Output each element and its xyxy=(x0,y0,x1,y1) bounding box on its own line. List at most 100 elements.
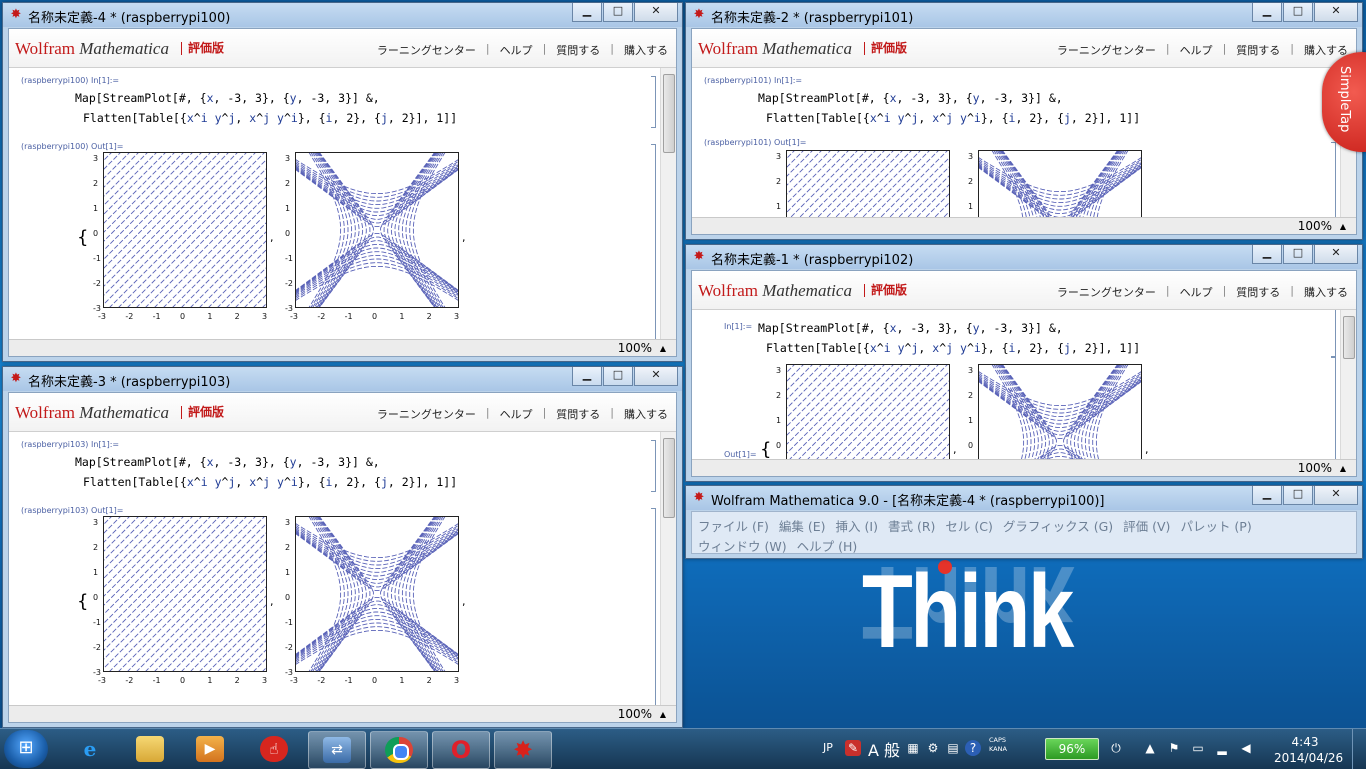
language-indicator[interactable]: JP xyxy=(823,741,833,754)
banner-link-2[interactable]: 質問する xyxy=(1236,284,1280,300)
stream-plot-diagonal[interactable] xyxy=(103,516,267,672)
input-code-line-1[interactable]: Map[StreamPlot[#, {x, -3, 3}, {y, -3, 3}… xyxy=(75,452,380,472)
battery-indicator[interactable]: 96% xyxy=(1045,738,1099,760)
banner-link-1[interactable]: ヘルプ xyxy=(1180,284,1213,300)
taskbar-chrome[interactable] xyxy=(370,731,428,769)
notebook-area[interactable]: (raspberrypi103) In[1]:= Map[StreamPlot[#… xyxy=(9,432,676,705)
banner-link-3[interactable]: 購入する xyxy=(1304,42,1348,58)
output-cell-bracket[interactable] xyxy=(651,144,656,339)
menu-item-menu_row1-7[interactable]: パレット (P) xyxy=(1180,519,1251,534)
output-cell-bracket[interactable] xyxy=(1331,356,1336,459)
close-button[interactable]: ✕ xyxy=(1314,3,1358,22)
maximize-button[interactable]: □ xyxy=(1283,245,1313,264)
wolfram-mathematica-logo[interactable]: Wolfram Mathematica xyxy=(698,281,852,301)
banner-link-0[interactable]: ラーニングセンター xyxy=(1057,42,1156,58)
taskbar-touch-app[interactable]: ☝ xyxy=(246,731,302,767)
stream-plot-1[interactable]: 3210-1-2-3-3-2-10123 xyxy=(285,516,459,685)
menu-item-menu_row1-1[interactable]: 編集 (E) xyxy=(779,519,826,534)
wolfram-mathematica-logo[interactable]: Wolfram Mathematica xyxy=(698,39,852,59)
zoom-menu-chevron-icon[interactable]: ▲ xyxy=(1340,464,1346,473)
stream-plot-saddle[interactable] xyxy=(295,152,459,308)
title-bar[interactable]: ✸ 名称未定義-4 * (raspberrypi100) ▁ □ ✕ xyxy=(3,3,682,27)
vertical-scrollbar[interactable] xyxy=(1340,310,1356,459)
notebook-window-w1[interactable]: ✸ 名称未定義-1 * (raspberrypi102) ▁ □ ✕ Wolfram Ma… xyxy=(685,244,1363,482)
zoom-menu-chevron-icon[interactable]: ▲ xyxy=(660,710,666,719)
taskbar-opera[interactable]: O xyxy=(432,731,490,769)
minimize-button[interactable]: ▁ xyxy=(1252,3,1282,22)
vertical-scrollbar[interactable] xyxy=(660,432,676,705)
menu-item-menu_row1-3[interactable]: 書式 (R) xyxy=(888,519,935,534)
notebook-window-w2[interactable]: ✸ 名称未定義-2 * (raspberrypi101) ▁ □ ✕ Wolfram Ma… xyxy=(685,2,1363,240)
zoom-menu-chevron-icon[interactable]: ▲ xyxy=(660,344,666,353)
close-button[interactable]: ✕ xyxy=(634,367,678,386)
notebook-window-w3[interactable]: ✸ 名称未定義-3 * (raspberrypi103) ▁ □ ✕ Wolfram Ma… xyxy=(2,366,683,728)
action-center-flag-icon[interactable]: ⚑ xyxy=(1166,740,1182,756)
clock[interactable]: 4:43 2014/04/26 xyxy=(1274,734,1343,766)
title-bar[interactable]: ✸ 名称未定義-1 * (raspberrypi102) ▁ □ ✕ xyxy=(686,245,1362,269)
zoom-menu-chevron-icon[interactable]: ▲ xyxy=(1340,222,1346,231)
ime-dictionary-icon[interactable]: ▤ xyxy=(945,740,961,756)
stream-plot-saddle[interactable] xyxy=(978,364,1142,459)
volume-icon[interactable]: ◀ xyxy=(1238,740,1254,756)
minimize-button[interactable]: ▁ xyxy=(1252,245,1282,264)
stream-plot-saddle[interactable] xyxy=(295,516,459,672)
input-code-line-2[interactable]: Flatten[Table[{x^i y^j, x^j y^i}, {i, 2}… xyxy=(83,108,457,128)
input-code-line-2[interactable]: Flatten[Table[{x^i y^j, x^j y^i}, {i, 2}… xyxy=(766,338,1140,358)
zoom-level[interactable]: 100% xyxy=(618,707,652,721)
menu-item-menu_row2-1[interactable]: ヘルプ (H) xyxy=(797,539,858,554)
title-bar[interactable]: ✸ 名称未定義-3 * (raspberrypi103) ▁ □ ✕ xyxy=(3,367,682,391)
menu-item-menu_row1-4[interactable]: セル (C) xyxy=(945,519,992,534)
ime-mode-indicator[interactable]: A 般 xyxy=(868,737,900,761)
taskbar-ie[interactable]: e xyxy=(62,731,118,767)
banner-link-2[interactable]: 質問する xyxy=(1236,42,1280,58)
input-code-line-1[interactable]: Map[StreamPlot[#, {x, -3, 3}, {y, -3, 3}… xyxy=(75,88,380,108)
ime-toolbox-icon[interactable]: ▦ xyxy=(905,740,921,756)
stream-plot-0[interactable]: 3210-1-2-3-3-2-10123 xyxy=(93,152,267,321)
stream-plot-0[interactable]: 3210-1-2-3-3-2-10123 xyxy=(93,516,267,685)
wifi-signal-icon[interactable]: ▂ xyxy=(1214,740,1230,756)
minimize-button[interactable]: ▁ xyxy=(1252,486,1282,505)
notebook-area[interactable]: (raspberrypi101) In[1]:= Map[StreamPlot[#… xyxy=(692,68,1356,217)
stream-plot-1[interactable]: 3210-1-2-3-3-2-10123 xyxy=(285,152,459,321)
banner-link-0[interactable]: ラーニングセンター xyxy=(377,406,476,422)
menu-item-menu_row1-0[interactable]: ファイル (F) xyxy=(698,519,769,534)
stream-plot-diagonal[interactable] xyxy=(103,152,267,308)
taskbar-mathematica[interactable]: ✸ xyxy=(494,731,552,769)
input-code-line-2[interactable]: Flatten[Table[{x^i y^j, x^j y^i}, {i, 2}… xyxy=(766,108,1140,128)
ime-pad-icon[interactable]: ✎ xyxy=(845,740,861,756)
zoom-level[interactable]: 100% xyxy=(1298,461,1332,475)
input-cell-bracket[interactable] xyxy=(651,76,656,128)
banner-link-1[interactable]: ヘルプ xyxy=(500,42,533,58)
scrollbar-thumb[interactable] xyxy=(663,74,675,154)
minimize-button[interactable]: ▁ xyxy=(572,367,602,386)
stream-plot-1[interactable]: 3210-1-2-3-3-2-10123 xyxy=(968,364,1142,459)
taskbar-explorer[interactable] xyxy=(122,731,178,767)
input-code-line-1[interactable]: Map[StreamPlot[#, {x, -3, 3}, {y, -3, 3}… xyxy=(758,88,1063,108)
show-hidden-icons-chevron-icon[interactable]: ▲ xyxy=(1142,740,1158,756)
stream-plot-diagonal[interactable] xyxy=(786,150,950,217)
close-button[interactable]: ✕ xyxy=(1314,486,1358,505)
input-code-line-1[interactable]: Map[StreamPlot[#, {x, -3, 3}, {y, -3, 3}… xyxy=(758,318,1063,338)
banner-link-3[interactable]: 購入する xyxy=(624,42,668,58)
start-button[interactable]: ⊞ xyxy=(4,730,48,768)
banner-link-2[interactable]: 質問する xyxy=(556,406,600,422)
banner-link-1[interactable]: ヘルプ xyxy=(1180,42,1213,58)
zoom-level[interactable]: 100% xyxy=(618,341,652,355)
stream-plot-0[interactable]: 3210-1-2-3-3-2-10123 xyxy=(776,364,950,459)
stream-plot-0[interactable]: 3210-1-2-3-3-2-10123 xyxy=(776,150,950,217)
wolfram-mathematica-logo[interactable]: Wolfram Mathematica xyxy=(15,403,169,423)
input-code-line-2[interactable]: Flatten[Table[{x^i y^j, x^j y^i}, {i, 2}… xyxy=(83,472,457,492)
title-bar[interactable]: ✸ Wolfram Mathematica 9.0 - [名称未定義-4 * (… xyxy=(686,486,1362,510)
taskbar-remote-desktop[interactable]: ⇄ xyxy=(308,731,366,769)
maximize-button[interactable]: □ xyxy=(1283,486,1313,505)
banner-link-0[interactable]: ラーニングセンター xyxy=(1057,284,1156,300)
show-desktop-button[interactable] xyxy=(1352,729,1366,769)
ime-tools-icon[interactable]: ⚙ xyxy=(925,740,941,756)
menu-item-menu_row1-6[interactable]: 評価 (V) xyxy=(1123,519,1170,534)
input-cell-bracket[interactable] xyxy=(1331,310,1336,358)
close-button[interactable]: ✕ xyxy=(634,3,678,22)
vertical-scrollbar[interactable] xyxy=(660,68,676,339)
banner-link-0[interactable]: ラーニングセンター xyxy=(377,42,476,58)
zoom-level[interactable]: 100% xyxy=(1298,219,1332,233)
scrollbar-thumb[interactable] xyxy=(1343,316,1355,359)
